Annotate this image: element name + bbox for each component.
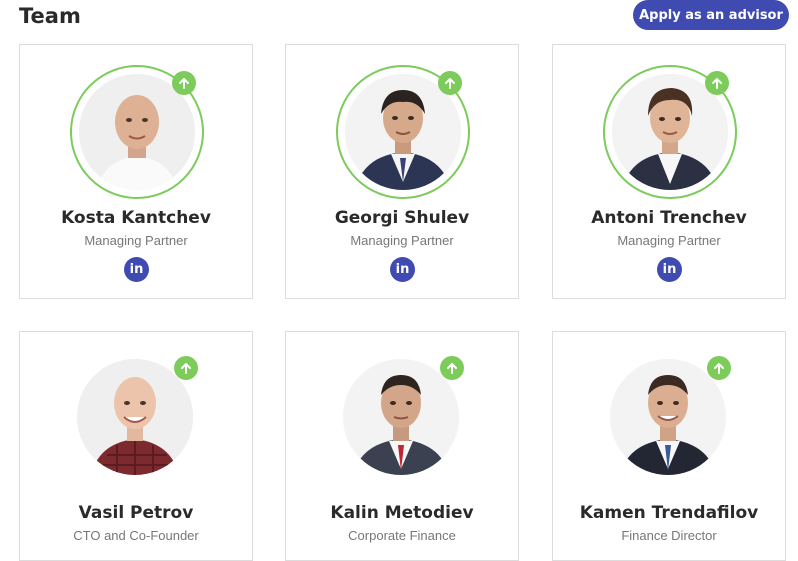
avatar-ring bbox=[336, 352, 470, 486]
member-role: Managing Partner bbox=[84, 233, 188, 248]
member-name: Antoni Trenchev bbox=[591, 208, 747, 228]
team-member-card: Vasil Petrov CTO and Co-Founder bbox=[19, 331, 253, 561]
linkedin-icon[interactable]: in bbox=[124, 257, 149, 282]
arrow-up-icon[interactable] bbox=[172, 71, 196, 95]
avatar-ring bbox=[336, 65, 470, 199]
avatar bbox=[610, 359, 726, 475]
section-title: Team bbox=[19, 4, 81, 28]
linkedin-icon[interactable]: in bbox=[657, 257, 682, 282]
apply-as-advisor-button[interactable]: Apply as an advisor bbox=[633, 0, 789, 30]
member-name: Vasil Petrov bbox=[78, 503, 194, 523]
team-member-card: Kalin Metodiev Corporate Finance bbox=[285, 331, 519, 561]
team-member-card: Antoni Trenchev Managing Partner in bbox=[552, 44, 786, 299]
member-role: Managing Partner bbox=[350, 233, 454, 248]
member-role: Finance Director bbox=[621, 528, 717, 543]
avatar-ring bbox=[70, 65, 204, 199]
avatar-ring bbox=[70, 352, 204, 486]
arrow-up-icon[interactable] bbox=[174, 356, 198, 380]
arrow-up-icon[interactable] bbox=[440, 356, 464, 380]
arrow-up-icon[interactable] bbox=[438, 71, 462, 95]
member-name: Kosta Kantchev bbox=[61, 208, 211, 228]
avatar-ring bbox=[603, 65, 737, 199]
arrow-up-icon[interactable] bbox=[707, 356, 731, 380]
member-name: Georgi Shulev bbox=[334, 208, 470, 228]
team-member-card: Kamen Trendafilov Finance Director bbox=[552, 331, 786, 561]
team-member-card: Kosta Kantchev Managing Partner in bbox=[19, 44, 253, 299]
member-role: Managing Partner bbox=[617, 233, 721, 248]
avatar-ring bbox=[603, 352, 737, 486]
arrow-up-icon[interactable] bbox=[705, 71, 729, 95]
member-name: Kalin Metodiev bbox=[330, 503, 474, 523]
team-member-card: Georgi Shulev Managing Partner in bbox=[285, 44, 519, 299]
avatar bbox=[343, 359, 459, 475]
linkedin-icon[interactable]: in bbox=[390, 257, 415, 282]
member-role: CTO and Co-Founder bbox=[73, 528, 199, 543]
avatar bbox=[77, 359, 193, 475]
member-role: Corporate Finance bbox=[348, 528, 456, 543]
member-name: Kamen Trendafilov bbox=[579, 503, 759, 523]
